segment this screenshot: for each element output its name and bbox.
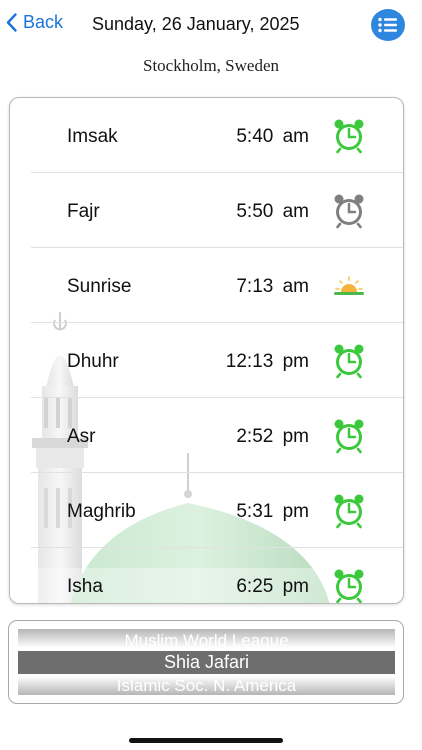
alarm-clock-icon[interactable] bbox=[331, 418, 367, 454]
prayer-time: 2:52 pm bbox=[236, 426, 309, 447]
prayer-row-maghrib: Maghrib 5:31 pm bbox=[10, 473, 403, 548]
chevron-left-icon bbox=[6, 13, 17, 32]
location-label: Stockholm, Sweden bbox=[143, 56, 279, 75]
prayer-name: Asr bbox=[67, 426, 96, 447]
prayer-row-dhuhr: Dhuhr 12:13 pm bbox=[10, 323, 403, 398]
date-title: Sunday, 26 January, 2025 bbox=[92, 14, 300, 34]
prayer-name: Isha bbox=[67, 576, 103, 597]
sunrise-icon bbox=[334, 276, 364, 295]
prayer-name: Fajr bbox=[67, 201, 100, 222]
navigation-bar: Back Sunday, 26 January, 2025 bbox=[0, 0, 422, 50]
prayer-row-asr: Asr 2:52 pm bbox=[10, 398, 403, 473]
prayer-row-isha: Isha 6:25 pm bbox=[10, 548, 403, 604]
alarm-clock-icon[interactable] bbox=[331, 193, 367, 229]
prayer-time: 12:13 pm bbox=[225, 351, 309, 372]
prayer-time: 5:31 pm bbox=[236, 501, 309, 522]
alarm-clock-icon[interactable] bbox=[331, 493, 367, 529]
prayer-row-fajr: Fajr 5:50 am bbox=[10, 173, 403, 248]
prayer-name: Sunrise bbox=[67, 276, 132, 297]
prayer-time: 7:13 am bbox=[236, 276, 309, 297]
back-button[interactable]: Back bbox=[6, 12, 63, 33]
alarm-clock-icon[interactable] bbox=[331, 118, 367, 154]
prayer-row-imsak: Imsak 5:40 am bbox=[10, 98, 403, 173]
menu-button[interactable] bbox=[371, 9, 405, 41]
prayer-time: 5:40 am bbox=[236, 126, 309, 147]
picker-wheel[interactable]: Muslim World League Shia Jafari Islamic … bbox=[18, 629, 395, 695]
picker-option-selected[interactable]: Shia Jafari bbox=[18, 651, 395, 674]
prayer-time: 5:50 am bbox=[236, 201, 309, 222]
prayer-name: Imsak bbox=[67, 126, 118, 147]
back-label: Back bbox=[23, 12, 64, 32]
picker-option[interactable]: Muslim World League bbox=[18, 631, 395, 651]
prayer-name: Maghrib bbox=[67, 501, 136, 522]
calculation-method-picker[interactable]: Muslim World League Shia Jafari Islamic … bbox=[8, 620, 404, 704]
prayer-row-sunrise: Sunrise 7:13 am bbox=[10, 248, 403, 323]
alarm-clock-icon[interactable] bbox=[331, 343, 367, 379]
list-icon bbox=[378, 17, 397, 33]
prayer-time: 6:25 pm bbox=[236, 576, 309, 597]
prayer-name: Dhuhr bbox=[67, 351, 119, 372]
alarm-clock-icon[interactable] bbox=[331, 568, 367, 604]
home-indicator[interactable] bbox=[129, 738, 283, 743]
picker-option[interactable]: Islamic Soc. N. America bbox=[18, 676, 395, 695]
prayer-times-card: Imsak 5:40 am Fajr 5:50 am Sunrise 7:13 … bbox=[9, 97, 404, 604]
